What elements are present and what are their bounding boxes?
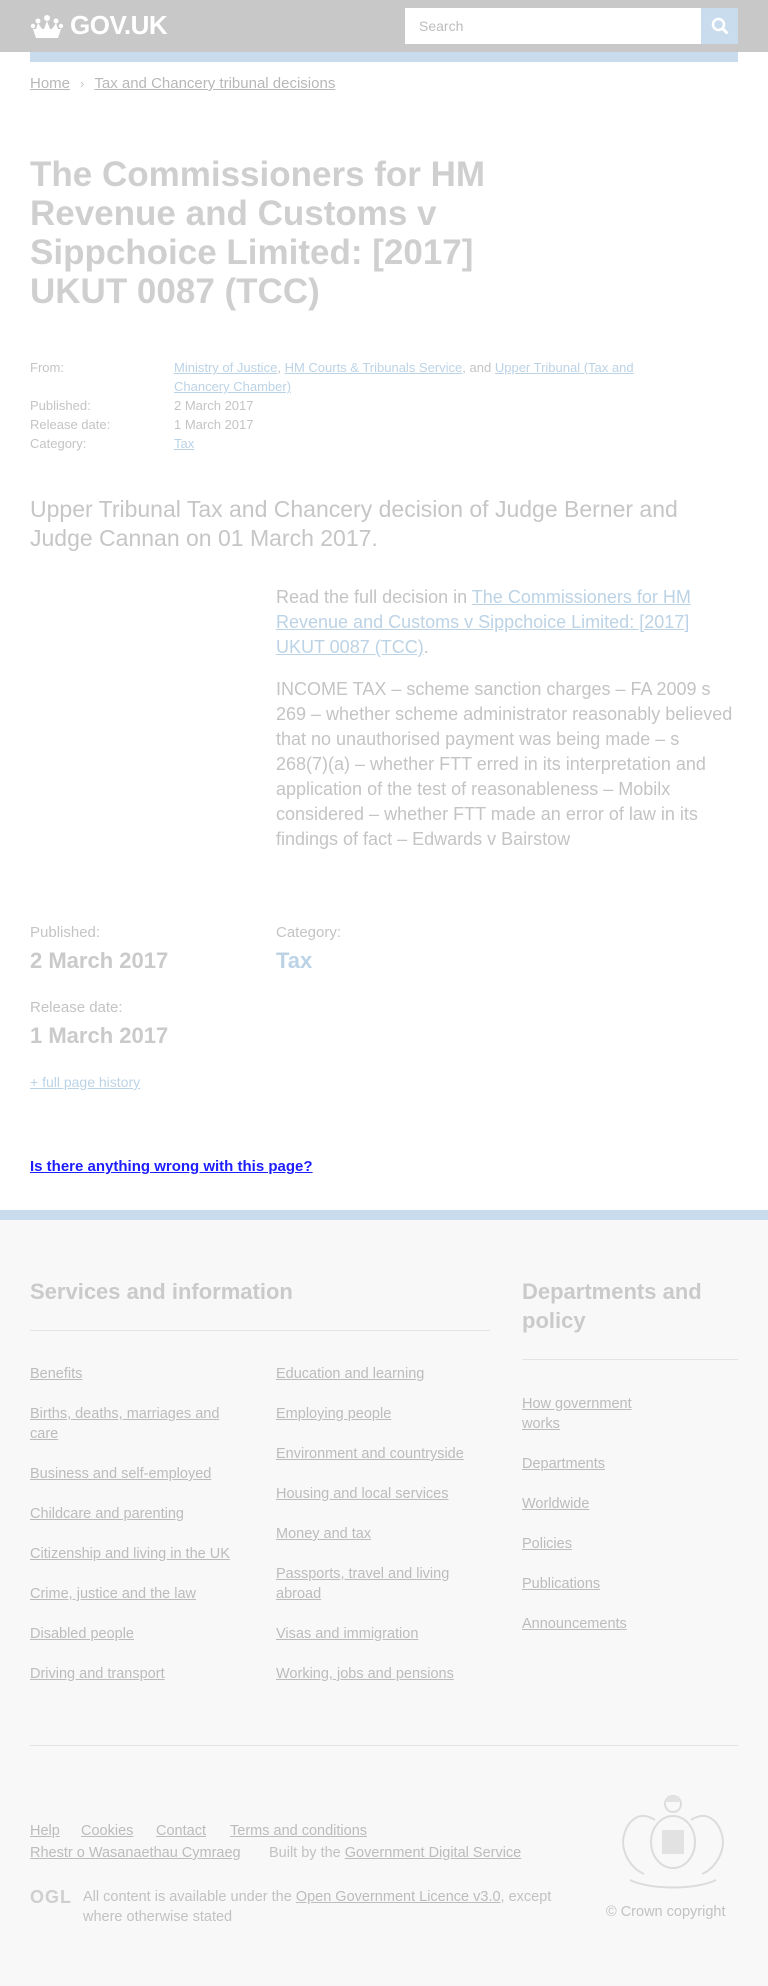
- lead-paragraph: Upper Tribunal Tax and Chancery decision…: [30, 496, 678, 551]
- footer-published-label: Published:: [30, 924, 101, 941]
- govuk-logo-link[interactable]: GOV.UK: [30, 10, 168, 41]
- search-form: [405, 8, 738, 44]
- royal-coat-of-arms-icon: [622, 1795, 724, 1889]
- breadcrumb: Home › Tax and Chancery tribunal decisio…: [30, 75, 335, 92]
- search-input[interactable]: [405, 8, 701, 44]
- read-suffix: .: [423, 637, 429, 657]
- gds-link[interactable]: Government Digital Service: [345, 1845, 522, 1861]
- footer-link-publications[interactable]: Publications: [522, 1574, 722, 1594]
- footer-link-announcements[interactable]: Announcements: [522, 1614, 722, 1634]
- footer-link-how-government-works[interactable]: How government works: [522, 1394, 662, 1434]
- search-button[interactable]: [701, 8, 738, 44]
- footer-category-link[interactable]: Tax: [276, 948, 312, 974]
- breadcrumb-home[interactable]: Home: [30, 75, 70, 92]
- crown-icon: [30, 14, 64, 38]
- footer-link-working[interactable]: Working, jobs and pensions: [276, 1664, 486, 1684]
- category-label: Category:: [30, 436, 87, 451]
- decision-summary: INCOME TAX – scheme sanction charges – F…: [276, 679, 733, 849]
- full-page-history-link[interactable]: + full page history: [30, 1074, 140, 1090]
- footer-link-childcare[interactable]: Childcare and parenting: [30, 1504, 240, 1524]
- services-divider: [30, 1330, 490, 1331]
- breadcrumb-section[interactable]: Tax and Chancery tribunal decisions: [94, 75, 335, 92]
- footer-link-driving[interactable]: Driving and transport: [30, 1664, 240, 1684]
- footer-cookies-link[interactable]: Cookies: [81, 1823, 133, 1839]
- footer-link-policies[interactable]: Policies: [522, 1534, 722, 1554]
- footer-link-money[interactable]: Money and tax: [276, 1524, 486, 1544]
- page-title: The Commissioners for HM Revenue and Cus…: [30, 155, 486, 311]
- footer-release-value: 1 March 2017: [30, 1023, 169, 1048]
- category-link[interactable]: Tax: [174, 436, 194, 451]
- from-value: Ministry of Justice, HM Courts & Tribuna…: [174, 358, 674, 396]
- search-icon: [711, 17, 728, 35]
- chevron-right-icon: ›: [80, 76, 85, 91]
- logo-text: GOV.UK: [70, 10, 168, 40]
- org-link-hmcts[interactable]: HM Courts & Tribunals Service: [285, 360, 463, 375]
- departments-divider: [522, 1359, 738, 1360]
- footer-divider: [30, 1745, 738, 1746]
- read-prefix: Read the full decision in: [276, 587, 472, 607]
- footer-link-citizenship[interactable]: Citizenship and living in the UK: [30, 1544, 270, 1564]
- footer-release-label: Release date:: [30, 999, 123, 1016]
- ogl-logo: OGL: [30, 1887, 72, 1907]
- from-and: , and: [462, 360, 492, 375]
- footer-link-benefits[interactable]: Benefits: [30, 1364, 240, 1384]
- header-blue-bar: [30, 52, 738, 62]
- footer-link-education[interactable]: Education and learning: [276, 1364, 486, 1384]
- decision-body: Read the full decision in The Commission…: [276, 585, 736, 869]
- org-link-moj[interactable]: Ministry of Justice: [174, 360, 277, 375]
- report-problem-link[interactable]: Is there anything wrong with this page?: [30, 1158, 313, 1175]
- metadata-block: From: Ministry of Justice, HM Courts & T…: [30, 358, 730, 453]
- services-heading: Services and information: [30, 1279, 293, 1304]
- footer-link-housing[interactable]: Housing and local services: [276, 1484, 496, 1504]
- footer-link-crime[interactable]: Crime, justice and the law: [30, 1584, 270, 1604]
- read-full-decision: Read the full decision in The Commission…: [276, 585, 736, 660]
- footer-terms-link[interactable]: Terms and conditions: [230, 1823, 367, 1839]
- footer-link-worldwide[interactable]: Worldwide: [522, 1494, 722, 1514]
- ogl-licence-link[interactable]: Open Government Licence v3.0: [296, 1889, 501, 1905]
- release-date-label: Release date:: [30, 417, 111, 432]
- built-by-text: Built by the Government Digital Service: [269, 1845, 521, 1861]
- departments-heading: Departments and policy: [522, 1279, 702, 1333]
- release-date-value: 1 March 2017: [174, 417, 254, 432]
- footer-link-births[interactable]: Births, deaths, marriages and care: [30, 1404, 240, 1444]
- footer-link-disabled[interactable]: Disabled people: [30, 1624, 240, 1644]
- site-header: GOV.UK: [0, 0, 768, 52]
- footer-published-value: 2 March 2017: [30, 948, 169, 973]
- footer-link-departments[interactable]: Departments: [522, 1454, 722, 1474]
- published-label: Published:: [30, 398, 91, 413]
- footer-category-label: Category:: [276, 924, 342, 941]
- published-value: 2 March 2017: [174, 398, 254, 413]
- licence-prefix: All content is available under the: [83, 1889, 296, 1905]
- from-label: From:: [30, 360, 64, 375]
- licence-text: All content is available under the Open …: [83, 1887, 553, 1927]
- footer-welsh-link[interactable]: Rhestr o Wasanaethau Cymraeg: [30, 1845, 241, 1861]
- from-separator: ,: [277, 360, 281, 375]
- footer-link-passports[interactable]: Passports, travel and living abroad: [276, 1564, 476, 1604]
- footer-link-environment[interactable]: Environment and countryside: [276, 1444, 496, 1464]
- footer-link-employing[interactable]: Employing people: [276, 1404, 486, 1424]
- built-by-prefix: Built by the: [269, 1845, 345, 1861]
- footer-link-visas[interactable]: Visas and immigration: [276, 1624, 486, 1644]
- footer-help-link[interactable]: Help: [30, 1823, 60, 1839]
- footer-contact-link[interactable]: Contact: [156, 1823, 206, 1839]
- crown-copyright: © Crown copyright: [606, 1904, 726, 1920]
- footer-link-business[interactable]: Business and self-employed: [30, 1464, 240, 1484]
